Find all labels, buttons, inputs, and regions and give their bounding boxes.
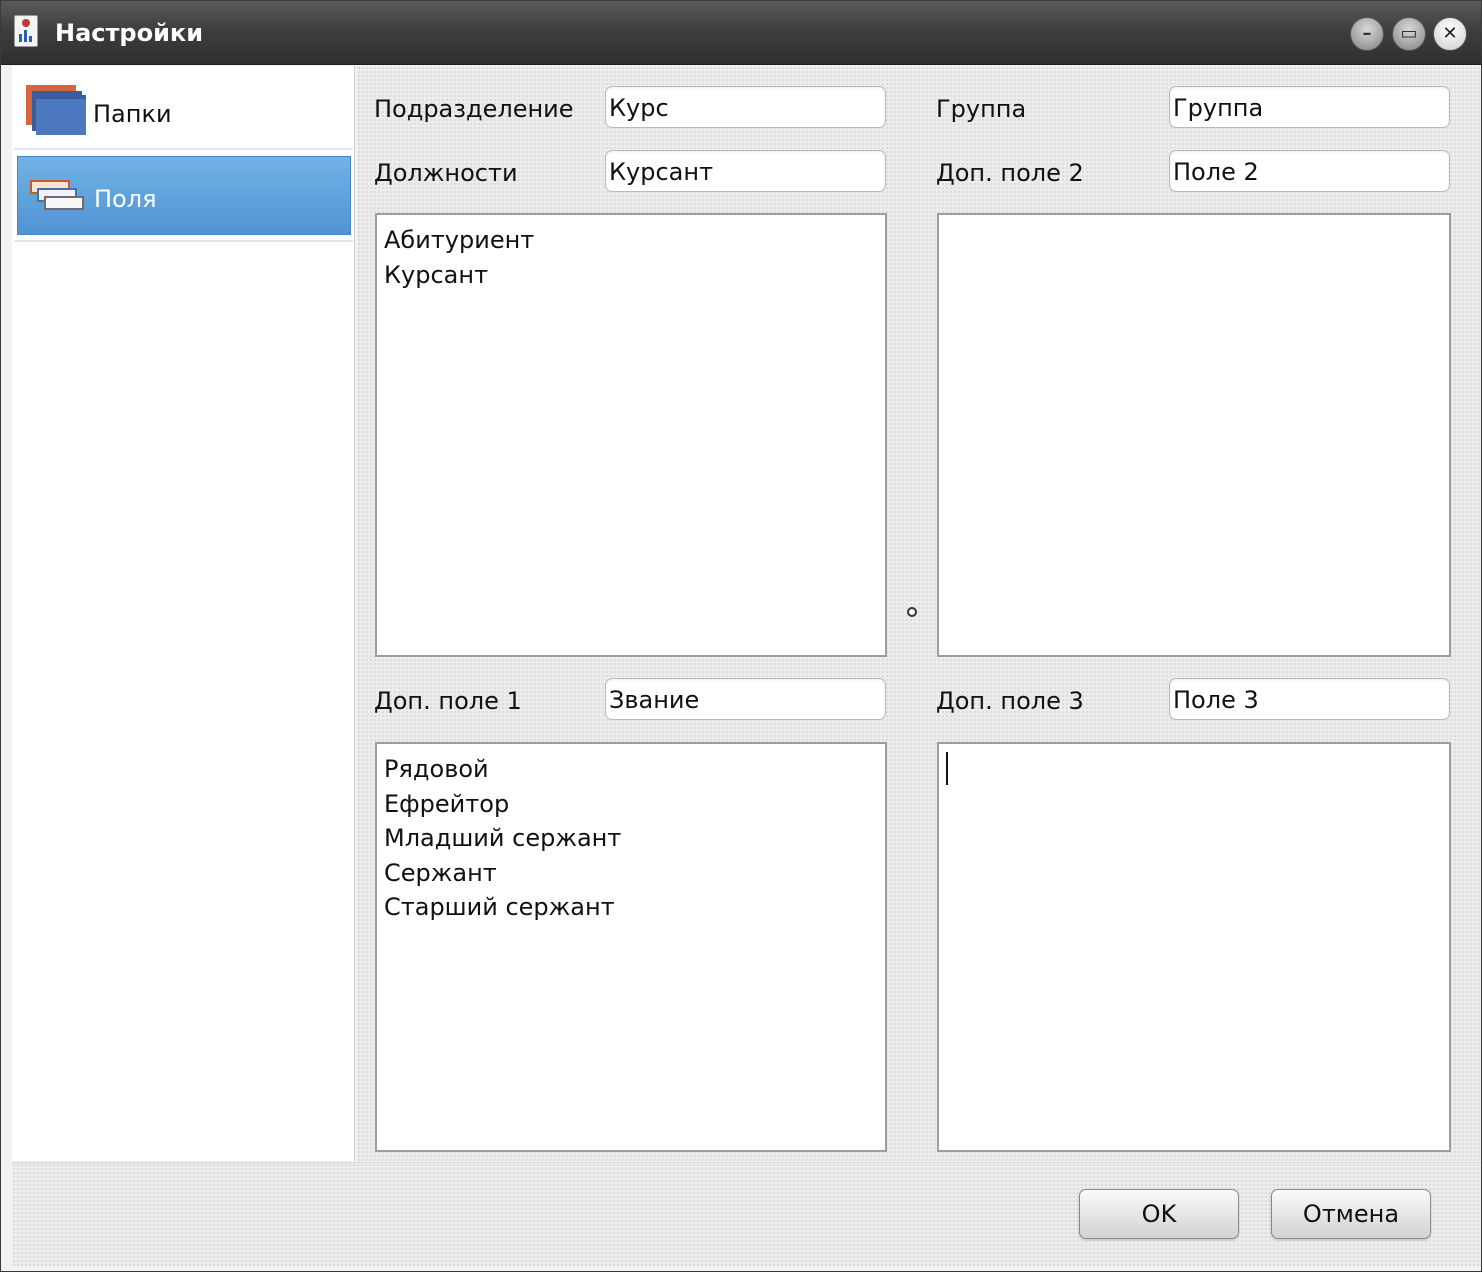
maximize-button[interactable]: ▭ [1392, 17, 1426, 51]
extra1-field[interactable]: Звание [605, 678, 886, 720]
positions-list[interactable]: Абитуриент Курсант [375, 213, 887, 657]
extra1-label: Доп. поле 1 [374, 687, 522, 715]
splitter-handle[interactable] [907, 607, 917, 617]
nav-item-fields[interactable]: Поля [17, 156, 351, 235]
folders-icon [26, 85, 86, 137]
subdivision-field[interactable]: Курс [605, 86, 886, 128]
close-button[interactable]: ✕ [1433, 17, 1467, 51]
positions-field[interactable]: Курсант [605, 150, 886, 192]
list-item: Младший сержант [384, 824, 622, 852]
app-icon [14, 15, 38, 47]
extra2-list[interactable] [937, 213, 1451, 657]
list-item: Сержант [384, 858, 497, 887]
nav-divider [14, 240, 353, 242]
nav-item-label: Папки [93, 100, 172, 128]
minimize-button[interactable]: – [1350, 17, 1384, 51]
ok-button[interactable]: OK [1079, 1189, 1239, 1239]
extra1-list[interactable]: Рядовой Ефрейтор Младший сержант Сержант… [375, 742, 887, 1152]
positions-label: Должности [374, 159, 518, 187]
settings-window: Настройки – ▭ ✕ Папки Поля Подразделение… [0, 0, 1482, 1272]
list-item: Абитуриент [384, 226, 535, 254]
extra3-field[interactable]: Поле 3 [1169, 678, 1450, 720]
nav-item-folders[interactable]: Папки [14, 70, 353, 150]
text-cursor [946, 752, 948, 785]
cancel-button[interactable]: Отмена [1271, 1189, 1431, 1239]
window-title: Настройки [55, 19, 204, 47]
extra2-field[interactable]: Поле 2 [1169, 150, 1450, 192]
group-label: Группа [936, 95, 1027, 123]
button-bar: OK Отмена [12, 1162, 1481, 1266]
list-item: Курсант [384, 260, 489, 289]
group-field[interactable]: Группа [1169, 86, 1450, 128]
nav-item-label: Поля [94, 185, 157, 213]
extra2-label: Доп. поле 2 [936, 159, 1084, 187]
fields-panel: Подразделение Курс Группа Группа Должнос… [357, 66, 1481, 1161]
extra3-list[interactable] [937, 742, 1451, 1152]
subdivision-label: Подразделение [374, 95, 574, 123]
list-item: Ефрейтор [384, 789, 510, 818]
extra3-label: Доп. поле 3 [936, 687, 1084, 715]
list-item: Рядовой [384, 755, 489, 783]
list-item: Старший сержант [384, 893, 615, 921]
title-bar[interactable]: Настройки – ▭ ✕ [1, 1, 1481, 65]
settings-nav: Папки Поля [12, 66, 355, 1161]
fields-icon [30, 180, 84, 214]
